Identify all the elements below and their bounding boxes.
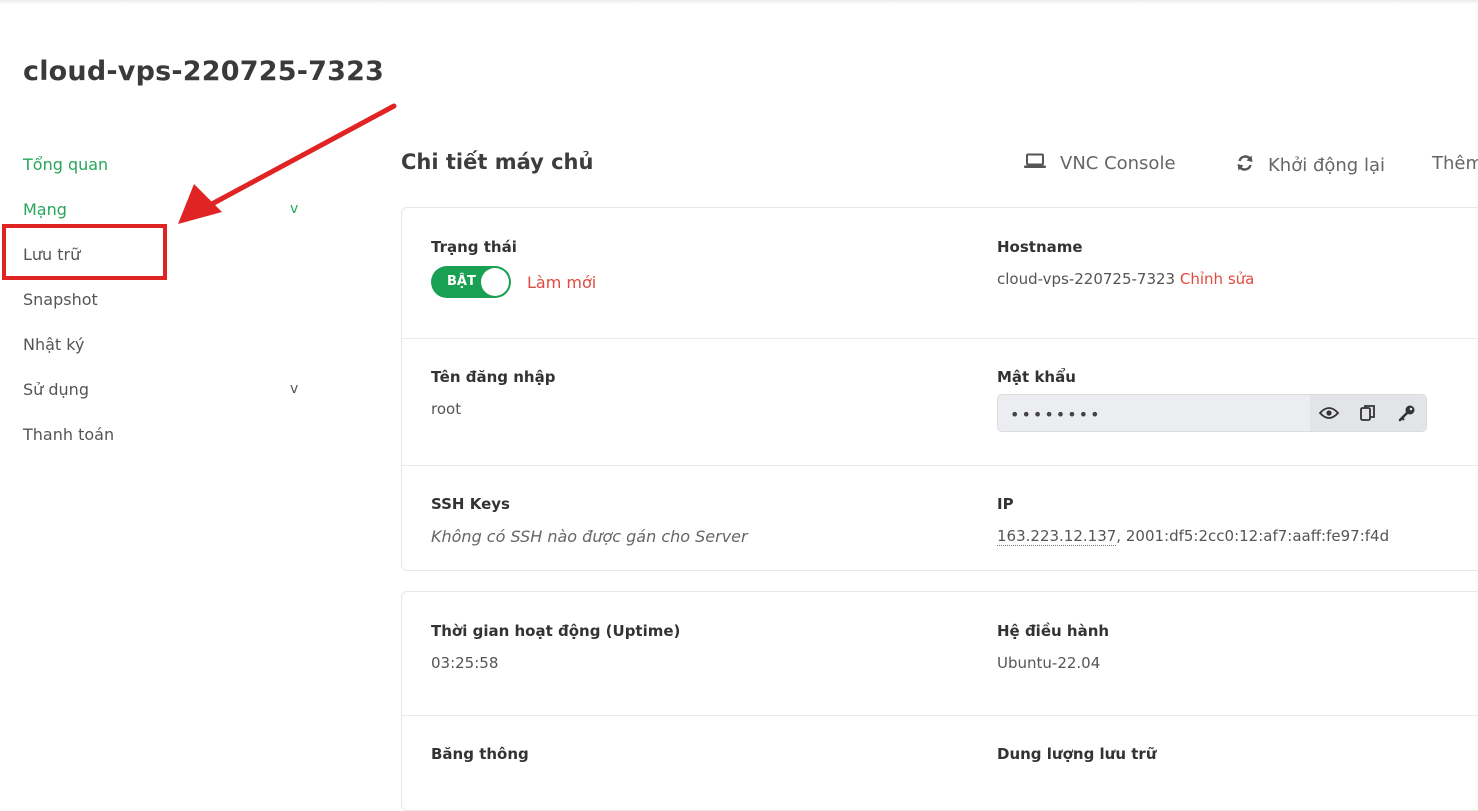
resources-row: Băng thông Dung lượng lưu trữ <box>402 715 1478 811</box>
laptop-icon <box>1024 153 1046 174</box>
status-row: Trạng thái BẬT Làm mới Hostname cloud-vp… <box>402 208 1478 339</box>
uptime-value: 03:25:58 <box>431 654 499 672</box>
sidebar-item-label: Thanh toán <box>23 425 115 444</box>
top-shadow <box>0 0 1478 4</box>
sidebar-item-label: Sử dụng <box>23 380 89 399</box>
storage-cell: Dung lượng lưu trữ <box>997 745 1157 777</box>
sidebar-item-label: Lưu trữ <box>23 245 81 264</box>
chevron-down-icon[interactable]: v <box>290 187 298 232</box>
ip-separator: , <box>1116 527 1122 545</box>
sidebar-item-label: Snapshot <box>23 290 98 309</box>
username-value: root <box>431 400 462 418</box>
restart-button[interactable]: Khởi động lại <box>1236 153 1385 178</box>
sidebar-item-label: Tổng quan <box>23 155 109 174</box>
storage-label: Dung lượng lưu trữ <box>997 745 1157 763</box>
username-cell: Tên đăng nhập root <box>431 368 555 418</box>
ipv4-address[interactable]: 163.223.12.137 <box>997 527 1117 546</box>
access-row: SSH Keys Không có SSH nào được gán cho S… <box>402 465 1478 571</box>
sidebar-item-logs[interactable]: Nhật ký <box>23 322 323 367</box>
status-cell: Trạng thái BẬT Làm mới <box>431 238 596 298</box>
password-field <box>997 394 1427 433</box>
password-label: Mật khẩu <box>997 368 1076 386</box>
bandwidth-cell: Băng thông <box>431 745 529 777</box>
toggle-knob <box>481 268 509 296</box>
sidebar-item-overview[interactable]: Tổng quan <box>23 142 323 187</box>
key-icon[interactable] <box>1395 401 1419 425</box>
hostname-cell: Hostname cloud-vps-220725-7323 Chỉnh sửa <box>997 238 1254 288</box>
ssh-keys-value: Không có SSH nào được gán cho Server <box>431 527 748 546</box>
refresh-icon <box>1236 153 1254 178</box>
restart-label: Khởi động lại <box>1268 155 1385 176</box>
ip-label: IP <box>997 495 1014 513</box>
vnc-console-label: VNC Console <box>1060 153 1176 174</box>
username-label: Tên đăng nhập <box>431 368 556 386</box>
server-details-card: Trạng thái BẬT Làm mới Hostname cloud-vp… <box>401 207 1478 571</box>
section-title: Chi tiết máy chủ <box>401 150 594 174</box>
uptime-cell: Thời gian hoạt động (Uptime) 03:25:58 <box>431 622 680 672</box>
uptime-row: Thời gian hoạt động (Uptime) 03:25:58 Hệ… <box>402 592 1478 716</box>
ssh-cell: SSH Keys Không có SSH nào được gán cho S… <box>431 495 748 546</box>
vnc-console-button[interactable]: VNC Console <box>1024 153 1176 174</box>
sidebar-item-billing[interactable]: Thanh toán <box>23 412 323 457</box>
credentials-row: Tên đăng nhập root Mật khẩu <box>402 338 1478 466</box>
refresh-link[interactable]: Làm mới <box>527 273 596 292</box>
ip-cell: IP 163.223.12.137, 2001:df5:2cc0:12:af7:… <box>997 495 1390 546</box>
power-toggle-label: BẬT <box>447 274 476 289</box>
ssh-keys-label: SSH Keys <box>431 495 510 513</box>
chevron-down-icon[interactable]: v <box>290 367 298 412</box>
password-input[interactable] <box>1008 395 1302 433</box>
server-stats-card: Thời gian hoạt động (Uptime) 03:25:58 Hệ… <box>401 591 1478 811</box>
os-value: Ubuntu-22.04 <box>997 654 1101 672</box>
password-actions <box>1310 395 1426 431</box>
uptime-label: Thời gian hoạt động (Uptime) <box>431 622 681 640</box>
sidebar-item-storage[interactable]: Lưu trữ <box>23 232 323 277</box>
bandwidth-label: Băng thông <box>431 745 529 763</box>
status-label: Trạng thái <box>431 238 517 256</box>
sidebar-item-usage[interactable]: Sử dụng v <box>23 367 323 412</box>
sidebar-item-network[interactable]: Mạng v <box>23 187 323 232</box>
eye-icon[interactable] <box>1317 401 1341 425</box>
page-title: cloud-vps-220725-7323 <box>23 56 385 87</box>
copy-icon[interactable] <box>1356 401 1380 425</box>
password-cell: Mật khẩu <box>997 368 1427 433</box>
more-label: Thêm <box>1432 153 1478 174</box>
power-toggle[interactable]: BẬT <box>431 266 511 298</box>
sidebar-item-snapshot[interactable]: Snapshot <box>23 277 323 322</box>
sidebar: Tổng quan Mạng v Lưu trữ Snapshot Nhật k… <box>23 142 323 457</box>
os-label: Hệ điều hành <box>997 622 1110 640</box>
ipv6-address: 2001:df5:2cc0:12:af7:aaff:fe97:f4d <box>1125 527 1390 545</box>
hostname-label: Hostname <box>997 238 1083 256</box>
sidebar-item-label: Nhật ký <box>23 335 85 354</box>
hostname-value: cloud-vps-220725-7323 <box>997 270 1176 288</box>
sidebar-item-label: Mạng <box>23 200 67 219</box>
more-button[interactable]: Thêm <box>1432 153 1478 174</box>
edit-hostname-link[interactable]: Chỉnh sửa <box>1180 270 1254 288</box>
os-cell: Hệ điều hành Ubuntu-22.04 <box>997 622 1109 672</box>
